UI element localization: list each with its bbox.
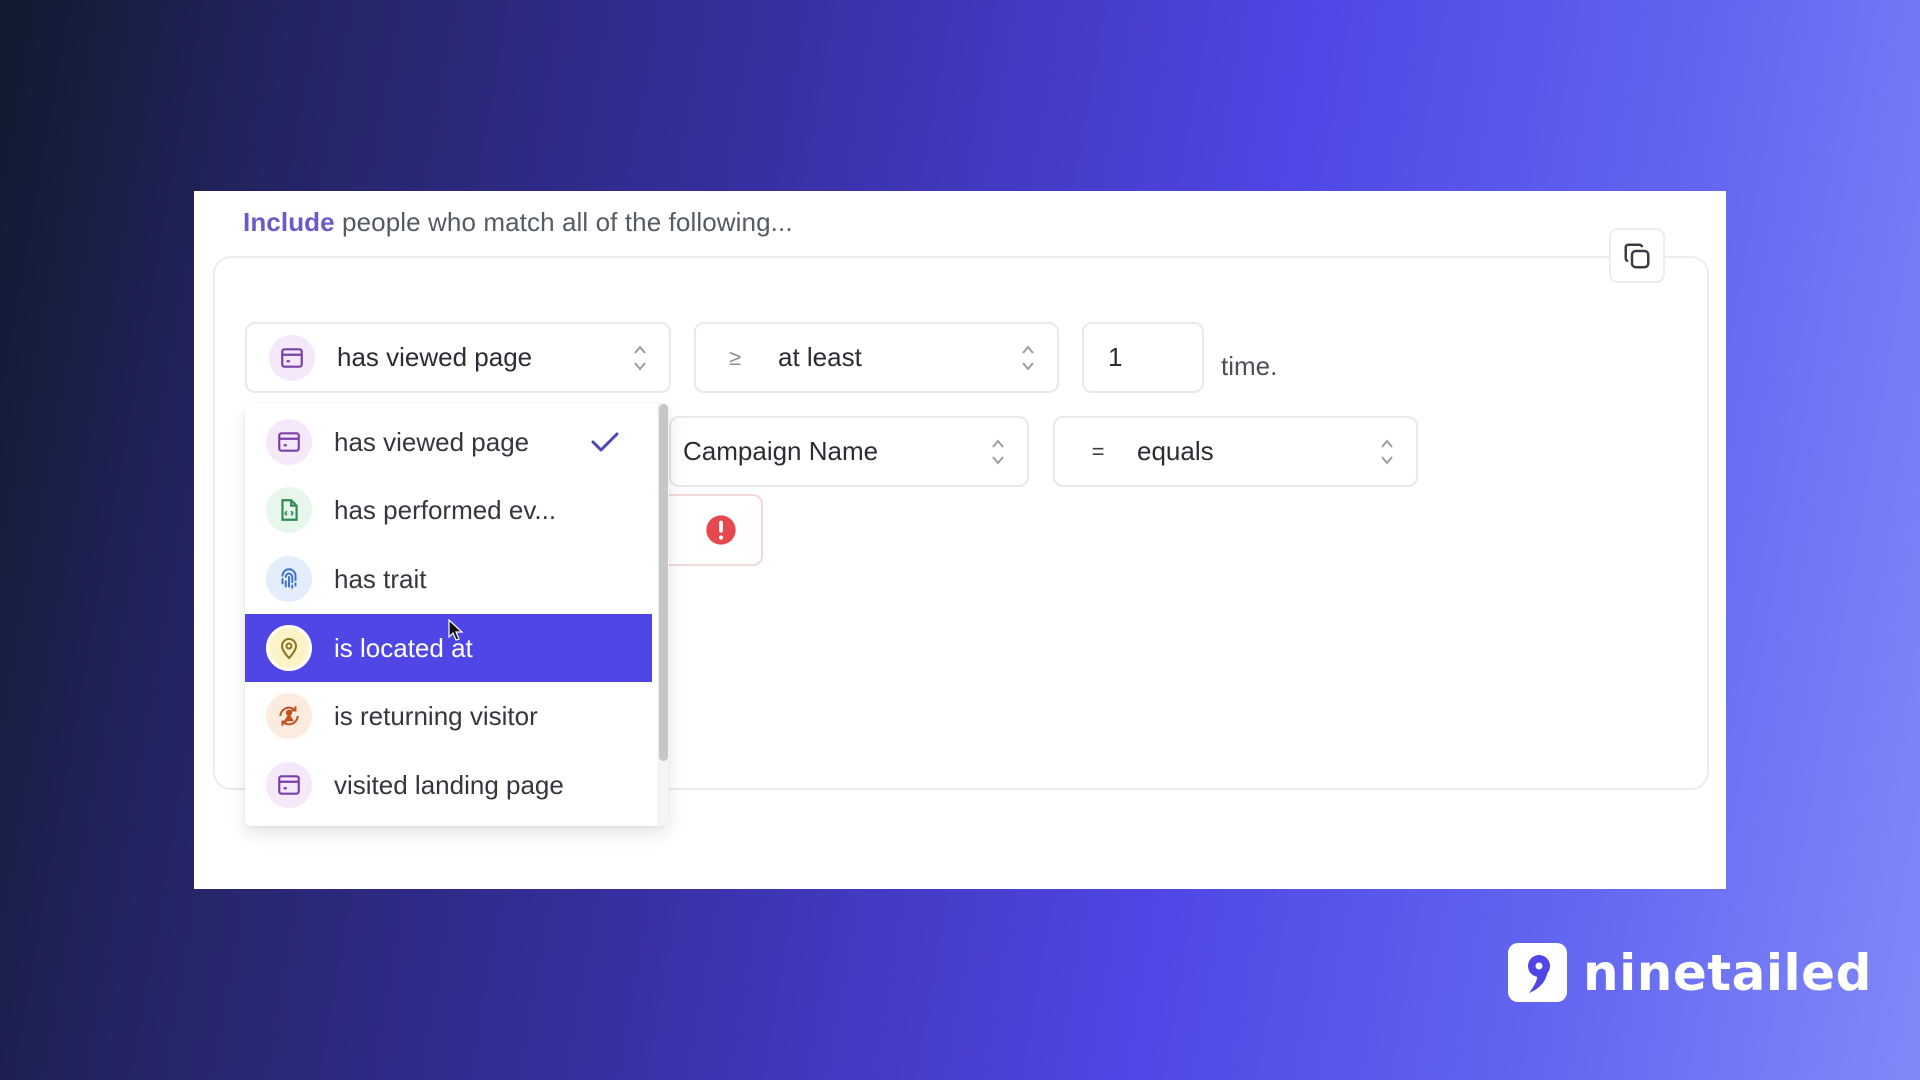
- dropdown-item-is-returning-visitor[interactable]: is returning visitor: [245, 682, 652, 750]
- property-select[interactable]: Campaign Name: [669, 416, 1029, 487]
- heading-text: people who match all of the following...: [334, 207, 793, 237]
- dropdown-item-label: has viewed page: [334, 426, 530, 457]
- dropdown-scrollbar[interactable]: [657, 404, 669, 826]
- dropdown-item-has-performed-event[interactable]: has performed ev...: [245, 476, 652, 544]
- segment-heading: Include people who match all of the foll…: [243, 207, 793, 238]
- property-select-value: Campaign Name: [683, 436, 879, 466]
- exclamation-circle-icon: [706, 515, 736, 545]
- chevron-up-down-icon: [1022, 344, 1034, 371]
- fingerprint-icon: [266, 556, 312, 602]
- brand-name: ninetailed: [1583, 943, 1872, 1002]
- map-pin-icon: [266, 625, 312, 671]
- ninetailed-logo-mark: [1508, 943, 1567, 1002]
- check-icon: [591, 432, 619, 452]
- dropdown-item-has-viewed-page[interactable]: has viewed page: [245, 408, 652, 476]
- browser-window-icon: [269, 334, 315, 381]
- mouse-cursor-icon: [448, 619, 464, 641]
- operator-select[interactable]: ≥ at least: [694, 322, 1059, 393]
- count-input-value: 1: [1108, 342, 1123, 372]
- segment-builder-panel: Include people who match all of the foll…: [194, 191, 1726, 889]
- comparator-symbol: =: [1091, 438, 1105, 464]
- condition-dropdown-menu: has viewed page has performed ev... has …: [245, 404, 669, 826]
- count-input[interactable]: 1: [1082, 322, 1204, 393]
- chevron-up-down-icon: [634, 344, 646, 371]
- copy-icon: [1624, 243, 1650, 268]
- comparator-select[interactable]: = equals: [1053, 416, 1418, 487]
- copy-button[interactable]: [1609, 228, 1665, 283]
- condition-select-value: has viewed page: [337, 342, 533, 372]
- dropdown-item-has-trait[interactable]: has trait: [245, 545, 652, 613]
- chevron-up-down-icon: [992, 438, 1004, 465]
- dropdown-item-label: visited landing page: [334, 769, 564, 800]
- chevron-up-down-icon: [1381, 438, 1393, 465]
- time-suffix: time.: [1221, 351, 1278, 381]
- browser-window-icon: [266, 762, 312, 808]
- dropdown-item-label: has performed ev...: [334, 494, 557, 525]
- comparator-select-value: equals: [1137, 436, 1214, 466]
- dropdown-item-label: has trait: [334, 563, 427, 594]
- include-keyword[interactable]: Include: [243, 207, 335, 237]
- dropdown-scroll-thumb[interactable]: [659, 404, 668, 761]
- ninetailed-logo: ninetailed: [1508, 943, 1872, 1002]
- browser-window-icon: [266, 419, 312, 465]
- dropdown-item-label: is returning visitor: [334, 700, 538, 731]
- code-file-icon: [266, 487, 312, 533]
- dropdown-item-visited-landing-page[interactable]: visited landing page: [245, 751, 652, 819]
- returning-visitor-icon: [266, 693, 312, 739]
- condition-select[interactable]: has viewed page: [245, 322, 671, 393]
- operator-select-value: at least: [778, 342, 862, 372]
- operator-symbol: ≥: [728, 344, 742, 370]
